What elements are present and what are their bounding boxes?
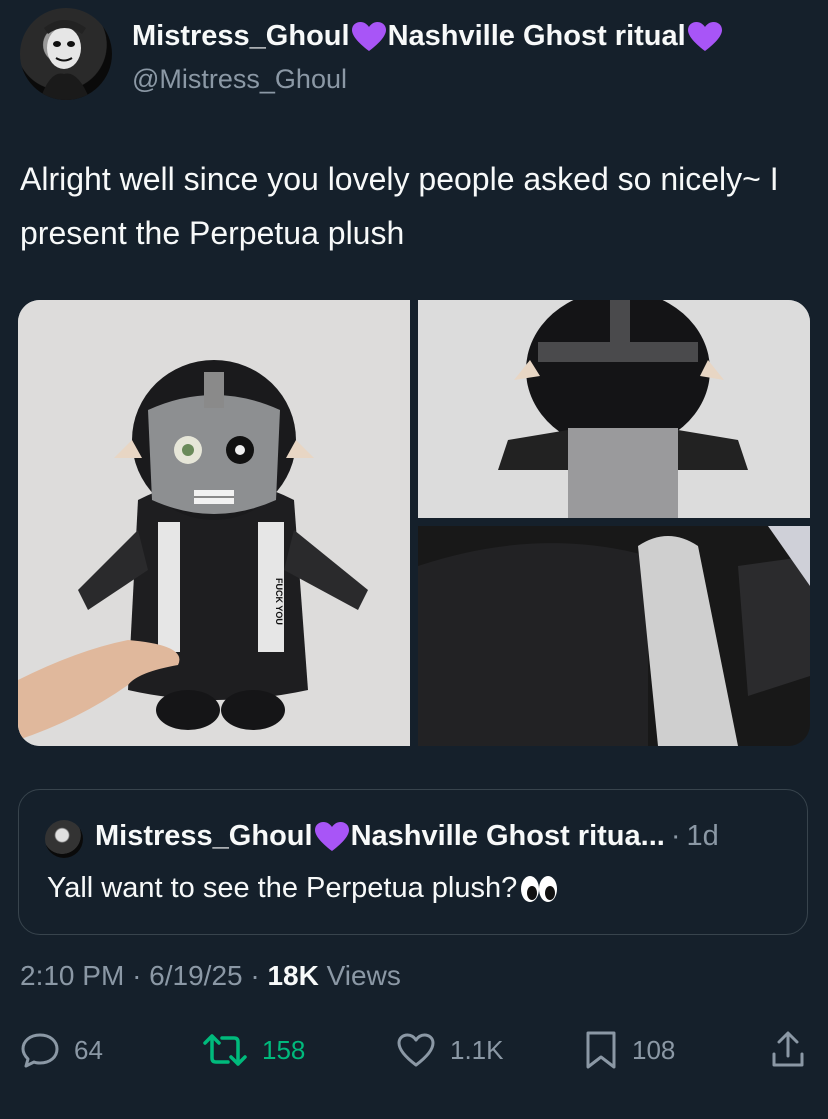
retweet-button[interactable]: 158 <box>202 1028 305 1072</box>
reply-icon <box>21 1033 59 1068</box>
quoted-tweet[interactable]: Mistress_Ghoul Nashville Ghost ritua... … <box>18 789 808 935</box>
display-name-suffix: Nashville Ghost ritual <box>387 20 686 52</box>
purple-heart-icon <box>351 21 386 51</box>
quoted-display-name: Mistress_Ghoul <box>95 820 313 852</box>
action-bar: 64 158 1.1K 108 <box>18 1028 810 1072</box>
quoted-display-name-suffix: Nashville Ghost ritua... <box>350 820 665 852</box>
display-name-text: Mistress_Ghoul <box>132 20 350 52</box>
reply-count: 64 <box>74 1034 103 1065</box>
avatar[interactable] <box>20 8 112 100</box>
share-button[interactable] <box>770 1028 820 1072</box>
user-handle[interactable]: @Mistress_Ghoul <box>132 64 347 95</box>
tweet-text: Alright well since you lovely people ask… <box>20 161 779 251</box>
reply-button[interactable]: 64 <box>20 1028 103 1072</box>
quoted-author: Mistress_Ghoul Nashville Ghost ritua... … <box>95 820 719 853</box>
tweet-metadata: 2:10 PM · 6/19/25 · 18K Views <box>20 960 401 992</box>
tweet-date[interactable]: 6/19/25 <box>149 960 242 991</box>
quoted-age: 1d <box>686 820 719 852</box>
purple-heart-icon <box>314 821 349 851</box>
like-count: 1.1K <box>450 1034 504 1065</box>
views-label: Views <box>326 960 401 991</box>
display-name[interactable]: Mistress_Ghoul Nashville Ghost ritual <box>132 20 724 53</box>
bookmark-count: 108 <box>632 1034 676 1065</box>
heart-icon <box>397 1033 435 1067</box>
quoted-separator: · <box>670 820 681 852</box>
share-icon <box>772 1031 804 1067</box>
retweet-count: 158 <box>262 1034 306 1065</box>
like-button[interactable]: 1.1K <box>396 1028 504 1072</box>
scarf-label: FUCK YOU <box>274 578 284 625</box>
media-grid: FUCK YOU <box>18 300 810 746</box>
quoted-text-row: Yall want to see the Perpetua plush? <box>47 872 559 905</box>
quoted-text: Yall want to see the Perpetua plush? <box>47 872 518 904</box>
meta-separator: · <box>132 960 150 991</box>
quoted-avatar <box>45 820 83 858</box>
plush-back-photo[interactable] <box>418 300 810 518</box>
meta-separator: · <box>250 960 268 991</box>
purple-heart-icon <box>687 21 722 51</box>
tweet-header: Mistress_Ghoul Nashville Ghost ritual @M… <box>20 8 810 108</box>
tweet-time[interactable]: 2:10 PM <box>20 960 124 991</box>
plush-detail-photo[interactable] <box>418 526 810 746</box>
retweet-icon <box>203 1034 247 1066</box>
views-count: 18K <box>267 960 319 991</box>
bookmark-button[interactable]: 108 <box>584 1028 675 1072</box>
plush-front-photo[interactable]: FUCK YOU <box>18 300 410 746</box>
bookmark-icon <box>586 1031 616 1069</box>
eyes-emoji-icon <box>521 875 558 902</box>
